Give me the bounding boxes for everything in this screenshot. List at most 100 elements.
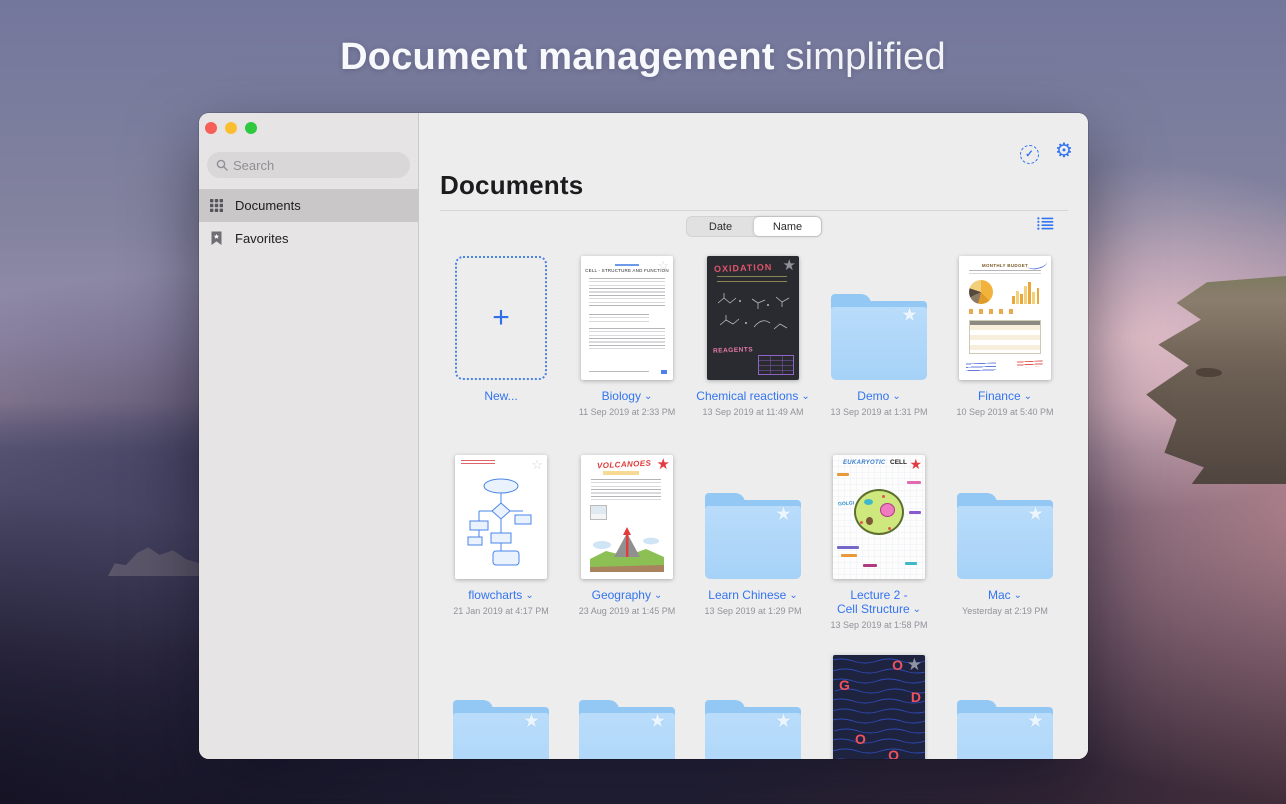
- document-date: 23 Aug 2019 at 1:45 PM: [579, 606, 676, 616]
- grid-cell-mac: ★ Mac⌄ Yesterday at 2:19 PM: [942, 455, 1068, 630]
- document-date: 11 Sep 2019 at 2:33 PM: [579, 407, 675, 417]
- favorite-star-icon[interactable]: ★: [909, 457, 922, 471]
- favorite-star-icon[interactable]: ☆: [531, 458, 543, 471]
- cover-letter: O: [855, 731, 866, 747]
- cover-letter: O: [888, 747, 899, 759]
- favorite-star-icon[interactable]: ★: [523, 712, 540, 731]
- hero-caption-light: simplified: [785, 36, 945, 78]
- volcano-sketch: [588, 523, 666, 573]
- folder-thumbnail[interactable]: ★: [579, 700, 675, 759]
- document-date: 13 Sep 2019 at 11:49 AM: [703, 407, 804, 417]
- search-icon: [216, 159, 228, 171]
- hero-caption: Document management simplified: [0, 36, 1286, 79]
- grid-cell-geography: VOLCANOES ★: [564, 455, 690, 630]
- document-label[interactable]: New...: [484, 389, 517, 403]
- sort-by-name-tab[interactable]: Name: [754, 217, 821, 236]
- favorite-star-icon[interactable]: ★: [901, 306, 918, 325]
- thumb-title: EUKARYOTIC: [843, 460, 886, 466]
- list-view-icon: [1037, 217, 1054, 230]
- favorite-star-icon[interactable]: ★: [775, 712, 792, 731]
- document-thumbnail-cover[interactable]: G O D O O ★: [833, 655, 925, 759]
- search-placeholder: Search: [233, 158, 274, 173]
- document-thumbnail-lecture-2[interactable]: EUKARYOTIC CELL ★ GOLGI: [833, 455, 925, 579]
- grid-cell-folder: ★: [690, 655, 816, 759]
- hero-caption-bold: Document management: [340, 36, 775, 78]
- close-button[interactable]: [205, 122, 217, 134]
- grid-cell-folder: ★: [438, 655, 564, 759]
- grid-cell-chemical-reactions: OXIDATION ★: [690, 256, 816, 417]
- favorite-star-icon[interactable]: ★: [775, 505, 792, 524]
- grid-cell-folder: ★: [942, 655, 1068, 759]
- folder-thumbnail-mac[interactable]: ★: [957, 493, 1053, 579]
- favorite-star-icon[interactable]: ☆: [657, 259, 669, 272]
- favorite-star-icon[interactable]: ★: [657, 457, 670, 472]
- favorite-star-icon[interactable]: ★: [907, 656, 922, 673]
- document-thumbnail-chemical-reactions[interactable]: OXIDATION ★: [707, 256, 799, 380]
- chevron-down-icon[interactable]: ⌄: [892, 391, 900, 402]
- document-thumbnail-finance[interactable]: MONTHLY BUDGET: [959, 256, 1051, 380]
- document-thumbnail-biology[interactable]: CELL - STRUCTURE AND FUNCTION ☆: [581, 256, 673, 380]
- grid-cell-learn-chinese: ★ Learn Chinese⌄ 13 Sep 2019 at 1:29 PM: [690, 455, 816, 630]
- settings-button[interactable]: ⚙: [1055, 141, 1073, 161]
- minimize-button[interactable]: [225, 122, 237, 134]
- sidebar-item-favorites[interactable]: Favorites: [199, 222, 419, 255]
- screenshot-stage: Document management simplified Search: [0, 0, 1286, 804]
- document-label[interactable]: Lecture 2 - Cell Structure⌄: [837, 588, 921, 618]
- chevron-down-icon[interactable]: ⌄: [1014, 590, 1022, 601]
- flowchart-sketch: [465, 477, 537, 569]
- chevron-down-icon[interactable]: ⌄: [789, 590, 797, 601]
- document-label[interactable]: Finance⌄: [978, 389, 1032, 405]
- document-date: 13 Sep 2019 at 1:31 PM: [830, 407, 927, 417]
- document-date: 10 Sep 2019 at 5:40 PM: [956, 407, 1053, 417]
- select-documents-button[interactable]: ✓: [1020, 145, 1039, 164]
- document-label[interactable]: Demo⌄: [857, 389, 900, 405]
- folder-thumbnail[interactable]: ★: [957, 700, 1053, 759]
- folder-thumbnail-demo[interactable]: ★: [831, 294, 927, 380]
- document-thumbnail-geography[interactable]: VOLCANOES ★: [581, 455, 673, 579]
- grid-cell-demo: ★ Demo⌄ 13 Sep 2019 at 1:31 PM: [816, 256, 942, 417]
- favorite-star-icon[interactable]: ★: [1027, 712, 1044, 731]
- grid-cell-flowcharts: ☆: [438, 455, 564, 630]
- sidebar-item-label: Favorites: [235, 231, 288, 246]
- document-date: 21 Jan 2019 at 4:17 PM: [453, 606, 549, 616]
- chevron-down-icon[interactable]: ⌄: [525, 590, 533, 601]
- sidebar-item-label: Documents: [235, 198, 301, 213]
- chevron-down-icon[interactable]: ⌄: [801, 391, 809, 402]
- heading-divider: [440, 210, 1068, 211]
- favorite-star-icon[interactable]: ★: [1027, 505, 1044, 524]
- chevron-down-icon[interactable]: ⌄: [644, 391, 652, 402]
- sidebar-item-documents[interactable]: Documents: [199, 189, 419, 222]
- favorite-star-icon[interactable]: ★: [783, 258, 796, 273]
- document-label[interactable]: Learn Chinese⌄: [708, 588, 797, 604]
- sort-segmented-control: Date Name: [686, 216, 822, 237]
- cover-letter: D: [911, 689, 921, 705]
- molecule-sketches: [710, 289, 796, 344]
- document-label[interactable]: Geography⌄: [592, 588, 663, 604]
- gear-icon: ⚙: [1055, 140, 1073, 162]
- zoom-button[interactable]: [245, 122, 257, 134]
- search-input[interactable]: Search: [207, 152, 410, 178]
- favorite-star-icon[interactable]: ★: [649, 712, 666, 731]
- document-label[interactable]: Biology⌄: [602, 389, 653, 405]
- document-date: 13 Sep 2019 at 1:58 PM: [830, 620, 927, 630]
- folder-thumbnail-learn-chinese[interactable]: ★: [705, 493, 801, 579]
- list-view-button[interactable]: [1037, 217, 1054, 235]
- folder-thumbnail[interactable]: ★: [705, 700, 801, 759]
- chevron-down-icon[interactable]: ⌄: [654, 590, 662, 601]
- chevron-down-icon[interactable]: ⌄: [1024, 391, 1032, 402]
- grid-cell-new: + New...: [438, 256, 564, 417]
- grid-cell-finance: MONTHLY BUDGET: [942, 256, 1068, 417]
- document-label[interactable]: Chemical reactions⌄: [696, 389, 809, 405]
- new-document-button[interactable]: +: [455, 256, 547, 380]
- document-date: Yesterday at 2:19 PM: [962, 606, 1048, 616]
- folder-thumbnail[interactable]: ★: [453, 700, 549, 759]
- chevron-down-icon[interactable]: ⌄: [913, 604, 921, 615]
- grid-cell-goodnotes-cover: G O D O O ★: [816, 655, 942, 759]
- check-icon: ✓: [1025, 149, 1033, 160]
- app-window: Search Documents Favorites: [199, 113, 1088, 759]
- sort-by-date-tab[interactable]: Date: [687, 217, 754, 236]
- grid-cell-folder: ★: [564, 655, 690, 759]
- document-label[interactable]: Mac⌄: [988, 588, 1022, 604]
- document-label[interactable]: flowcharts⌄: [468, 588, 533, 604]
- document-thumbnail-flowcharts[interactable]: ☆: [455, 455, 547, 579]
